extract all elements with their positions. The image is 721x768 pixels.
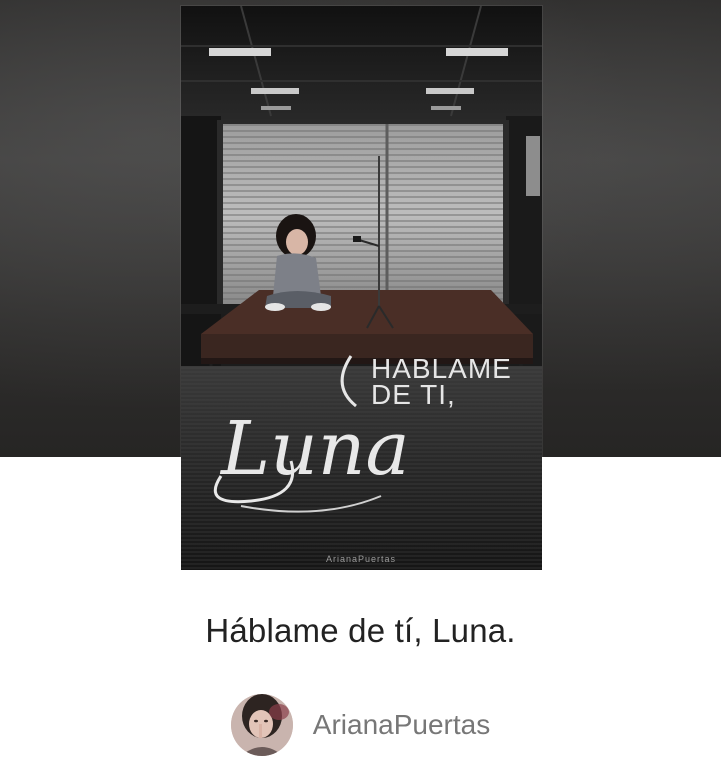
author-name[interactable]: ArianaPuertas	[313, 709, 490, 741]
author-avatar[interactable]	[230, 694, 293, 756]
cover-artwork: HABLAME DE TI, Luna ArianaPuertas	[181, 6, 542, 570]
book-cover[interactable]: HABLAME DE TI, Luna ArianaPuertas	[181, 6, 542, 570]
avatar-photo-icon	[230, 694, 293, 756]
cover-title-script: Luna	[219, 406, 410, 492]
cover-credit: ArianaPuertas	[326, 554, 396, 564]
story-title: Háblame de tí, Luna.	[205, 612, 516, 649]
author-info[interactable]: ArianaPuertas	[0, 694, 721, 756]
